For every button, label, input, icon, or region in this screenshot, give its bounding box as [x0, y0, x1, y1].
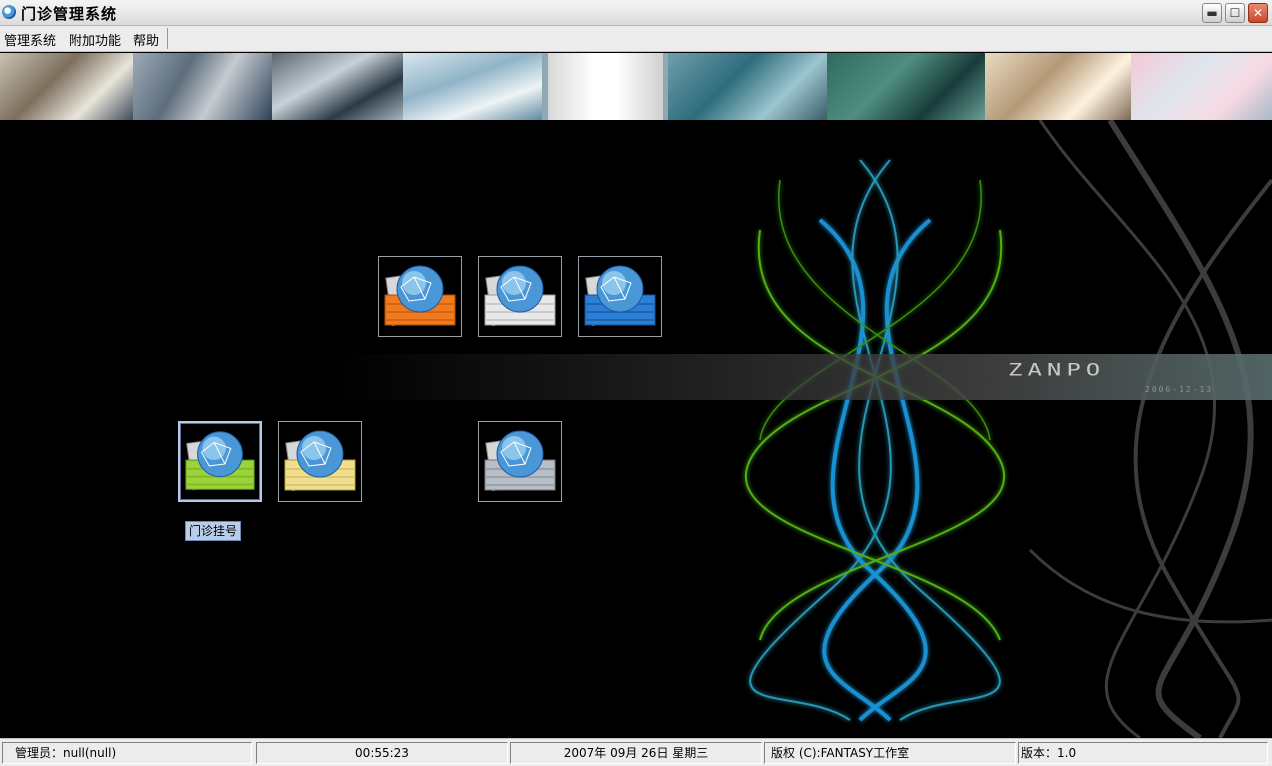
- status-time: 00:55:23: [256, 742, 508, 764]
- dental-photo: [403, 53, 542, 120]
- globe-document-icon: [185, 431, 255, 491]
- module-icon-blue[interactable]: [578, 256, 662, 337]
- surgery-team-photo: [827, 53, 985, 120]
- menu-management-system[interactable]: 管理系统: [4, 30, 56, 49]
- app-window: 门诊管理系统 ▬ ☐ ✕ 管理系统 附加功能 帮助 ZANPO 2006-12-…: [0, 0, 1272, 766]
- red-cross-logo: [548, 53, 1185, 120]
- module-icon-gray[interactable]: [478, 421, 562, 502]
- module-icon-registration[interactable]: [178, 421, 262, 502]
- module-icon-yellow[interactable]: [278, 421, 362, 502]
- maximize-button[interactable]: ☐: [1225, 3, 1245, 23]
- module-icon-orange[interactable]: [378, 256, 462, 337]
- module-icon-white[interactable]: [478, 256, 562, 337]
- status-user: 管理员：null(null): [2, 742, 252, 764]
- menu-divider: [167, 28, 168, 49]
- minimize-button[interactable]: ▬: [1202, 3, 1222, 23]
- icon-label-registration[interactable]: 门诊挂号: [185, 521, 241, 541]
- brand-strip: [330, 354, 1272, 400]
- minimize-icon: ▬: [1206, 6, 1218, 20]
- nursing-photo: [1131, 53, 1272, 120]
- globe-document-icon: [484, 430, 556, 492]
- globe-document-icon: [384, 265, 456, 327]
- surgery-photo: [133, 53, 272, 120]
- clinic-photo: [0, 53, 133, 120]
- equipment-photo: [272, 53, 403, 120]
- status-copyright: 版权 (C):FANTASY工作室: [764, 742, 1016, 764]
- globe-document-icon: [584, 265, 656, 327]
- status-bar: 管理员：null(null) 00:55:23 2007年 09月 26日 星期…: [0, 738, 1272, 766]
- globe-document-icon: [284, 430, 356, 492]
- menu-bar: 管理系统 附加功能 帮助: [0, 26, 1272, 52]
- photo-banner: [0, 53, 1272, 120]
- brand-logo-text: ZANPO: [1008, 360, 1106, 380]
- close-button[interactable]: ✕: [1248, 3, 1268, 23]
- close-icon: ✕: [1252, 6, 1264, 20]
- menu-help[interactable]: 帮助: [133, 30, 159, 49]
- status-date: 2007年 09月 26日 星期三: [510, 742, 762, 764]
- maximize-icon: ☐: [1229, 6, 1241, 20]
- brand-date: 2006-12-13: [1145, 385, 1214, 394]
- title-bar[interactable]: 门诊管理系统 ▬ ☐ ✕: [0, 0, 1272, 26]
- desktop-area: ZANPO 2006-12-13 门诊挂号: [0, 120, 1272, 738]
- operating-room-photo: [668, 53, 827, 120]
- status-version: 版本：1.0: [1018, 742, 1268, 764]
- window-title: 门诊管理系统: [21, 5, 118, 23]
- globe-document-icon: [484, 265, 556, 327]
- app-logo-icon: [2, 5, 16, 19]
- menu-additional-features[interactable]: 附加功能: [69, 30, 121, 49]
- consultation-photo: [985, 53, 1131, 120]
